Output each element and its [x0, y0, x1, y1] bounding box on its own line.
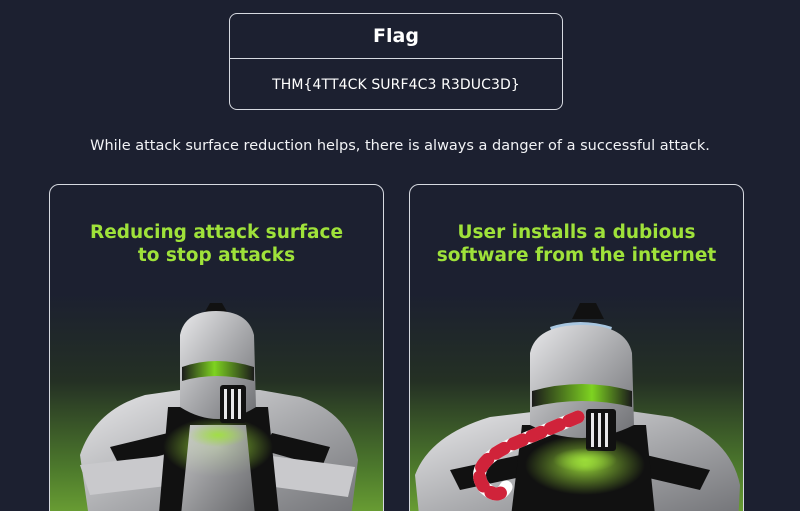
flag-value[interactable]: THM{4TT4CK SURF4C3 R3DUC3D} — [230, 59, 562, 111]
flag-title: Flag — [230, 14, 562, 59]
page: Flag THM{4TT4CK SURF4C3 R3DUC3D} While a… — [0, 0, 800, 511]
card-dubious-software: User installs a dubious software from th… — [409, 184, 744, 511]
knight-with-candy-cane-icon — [415, 303, 740, 511]
flag-panel: Flag THM{4TT4CK SURF4C3 R3DUC3D} — [229, 13, 563, 110]
knight-icon — [80, 303, 358, 511]
card-reduce-attack-surface: Reducing attack surface to stop attacks — [49, 184, 384, 511]
info-text: While attack surface reduction helps, th… — [90, 138, 710, 154]
